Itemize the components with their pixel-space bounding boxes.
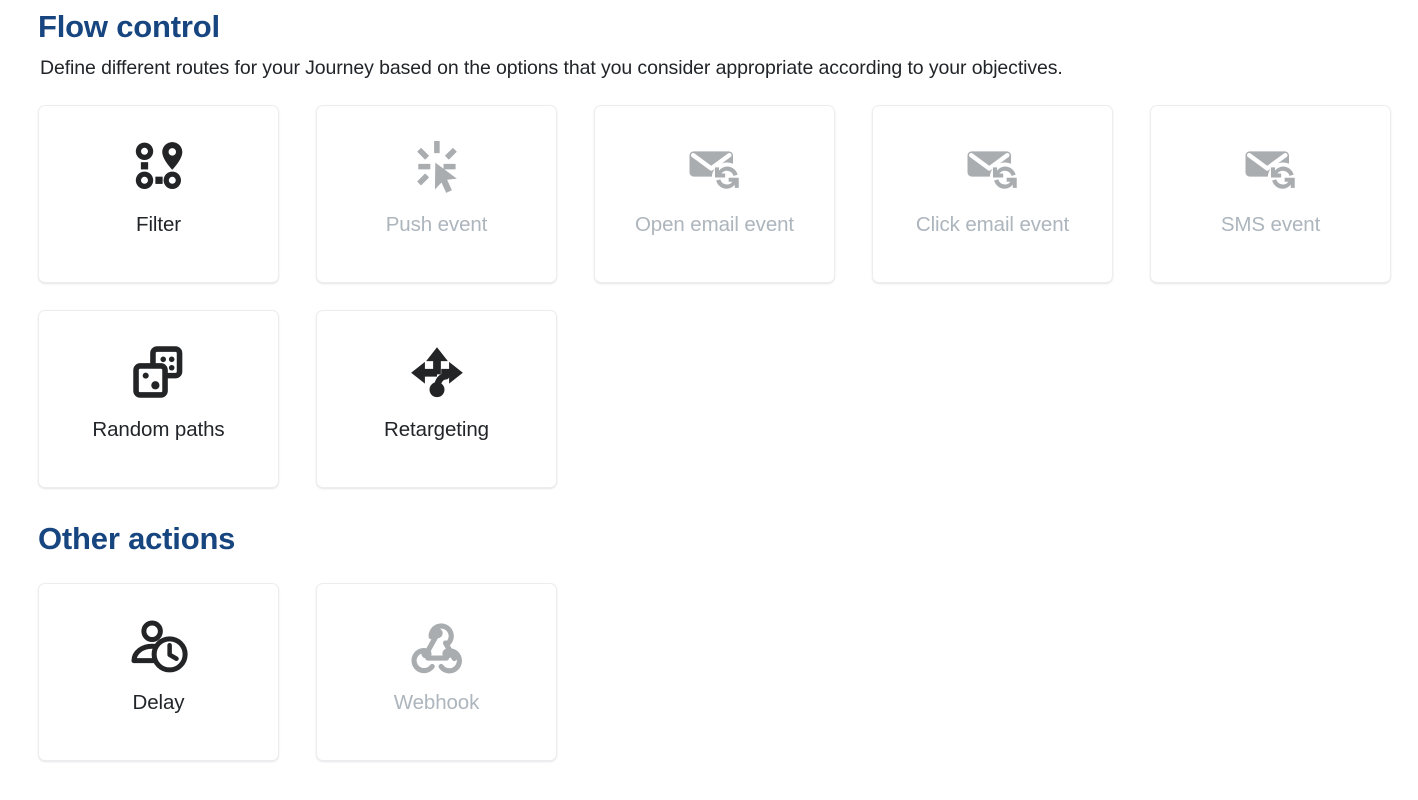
flow-control-card-grid: Filter Push event Open email event Click… (38, 105, 1391, 489)
email-sync-icon (1241, 135, 1301, 199)
card-open-email-event: Open email event (594, 105, 835, 284)
click-cursor-icon (408, 135, 466, 199)
email-sync-icon (685, 135, 745, 199)
card-label: Delay (132, 690, 185, 714)
page-title: Flow control (38, 9, 220, 44)
webhook-icon (408, 613, 466, 677)
card-label: Webhook (393, 690, 480, 714)
card-random-paths[interactable]: Random paths (38, 310, 279, 489)
card-label: SMS event (1220, 213, 1321, 237)
card-click-email-event: Click email event (872, 105, 1113, 284)
card-filter[interactable]: Filter (38, 105, 279, 284)
section-subtitle: Define different routes for your Journey… (40, 57, 1063, 80)
card-push-event: Push event (316, 105, 557, 284)
route-pin-icon (130, 135, 188, 199)
card-label: Filter (136, 213, 181, 237)
card-webhook: Webhook (316, 582, 557, 761)
card-label: Retargeting (384, 418, 489, 442)
person-clock-icon (129, 613, 189, 677)
card-delay[interactable]: Delay (38, 582, 279, 761)
section-divider-space (38, 488, 1386, 522)
section-flow-control: Flow control Define different routes for… (38, 0, 1391, 489)
dice-icon (130, 340, 188, 404)
other-actions-card-grid: Delay Webhook (38, 582, 1386, 761)
flow-control-page: Flow control Define different routes for… (0, 0, 1418, 761)
card-label: Random paths (92, 418, 225, 442)
card-retargeting[interactable]: Retargeting (316, 310, 557, 489)
card-label: Open email event (634, 213, 795, 237)
section-other-actions: Other actions Delay Webhook (38, 521, 1386, 761)
email-sync-icon (963, 135, 1023, 199)
directions-arrows-icon (408, 340, 466, 404)
card-label: Push event (385, 213, 488, 237)
card-label: Click email event (915, 213, 1070, 237)
card-sms-event: SMS event (1150, 105, 1391, 284)
other-actions-title: Other actions (38, 521, 236, 557)
